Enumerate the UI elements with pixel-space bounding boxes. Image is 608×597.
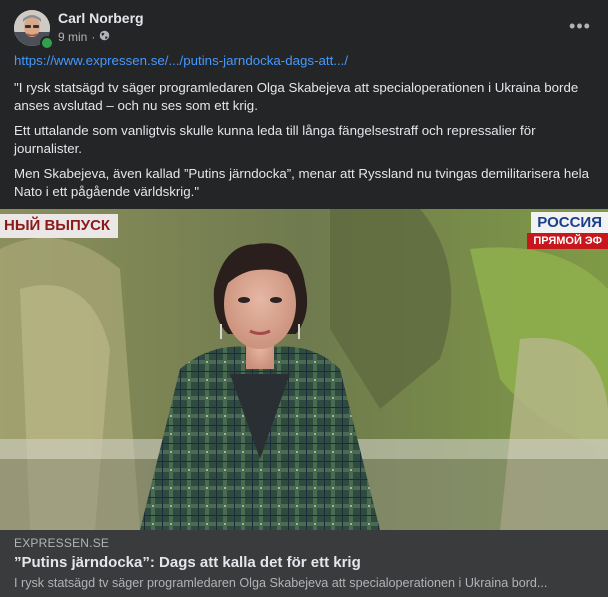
facebook-post: Carl Norberg 9 min · ••• https://www.exp… xyxy=(0,0,608,597)
author-name[interactable]: Carl Norberg xyxy=(58,10,144,26)
online-status-dot xyxy=(40,36,54,50)
post-link[interactable]: https://www.expressen.se/.../putins-jarn… xyxy=(14,53,348,68)
link-domain: EXPRESSEN.SE xyxy=(14,536,110,550)
link-description: I rysk statsägd tv säger programledaren … xyxy=(14,576,548,590)
post-meta: 9 min · xyxy=(58,30,110,44)
meta-separator: · xyxy=(91,30,96,44)
tv-studio-image xyxy=(0,209,608,530)
link-title[interactable]: ”Putins järndocka”: Dags att kalla det f… xyxy=(14,554,361,571)
post-time[interactable]: 9 min xyxy=(58,30,87,44)
more-options-button[interactable]: ••• xyxy=(566,12,594,40)
tv-live-badge: ПРЯМОЙ ЭФ xyxy=(527,233,608,249)
tv-channel-logo: РОССИЯ xyxy=(531,212,608,233)
link-preview-card[interactable]: EXPRESSEN.SE ”Putins järndocka”: Dags at… xyxy=(0,530,608,597)
post-paragraph: Ett uttalande som vanligtvis skulle kunn… xyxy=(14,123,536,156)
post-paragraph: "I rysk statsägd tv säger programledaren… xyxy=(14,80,579,113)
post-image[interactable]: НЫЙ ВЫПУСК РОССИЯ ПРЯМОЙ ЭФ xyxy=(0,209,608,530)
post-body: https://www.expressen.se/.../putins-jarn… xyxy=(14,52,598,208)
post-header: Carl Norberg 9 min · ••• xyxy=(0,0,608,52)
tv-banner-left: НЫЙ ВЫПУСК xyxy=(0,214,119,238)
globe-icon[interactable] xyxy=(99,30,110,44)
post-paragraph: Men Skabejeva, även kallad ”Putins järnd… xyxy=(14,166,590,199)
